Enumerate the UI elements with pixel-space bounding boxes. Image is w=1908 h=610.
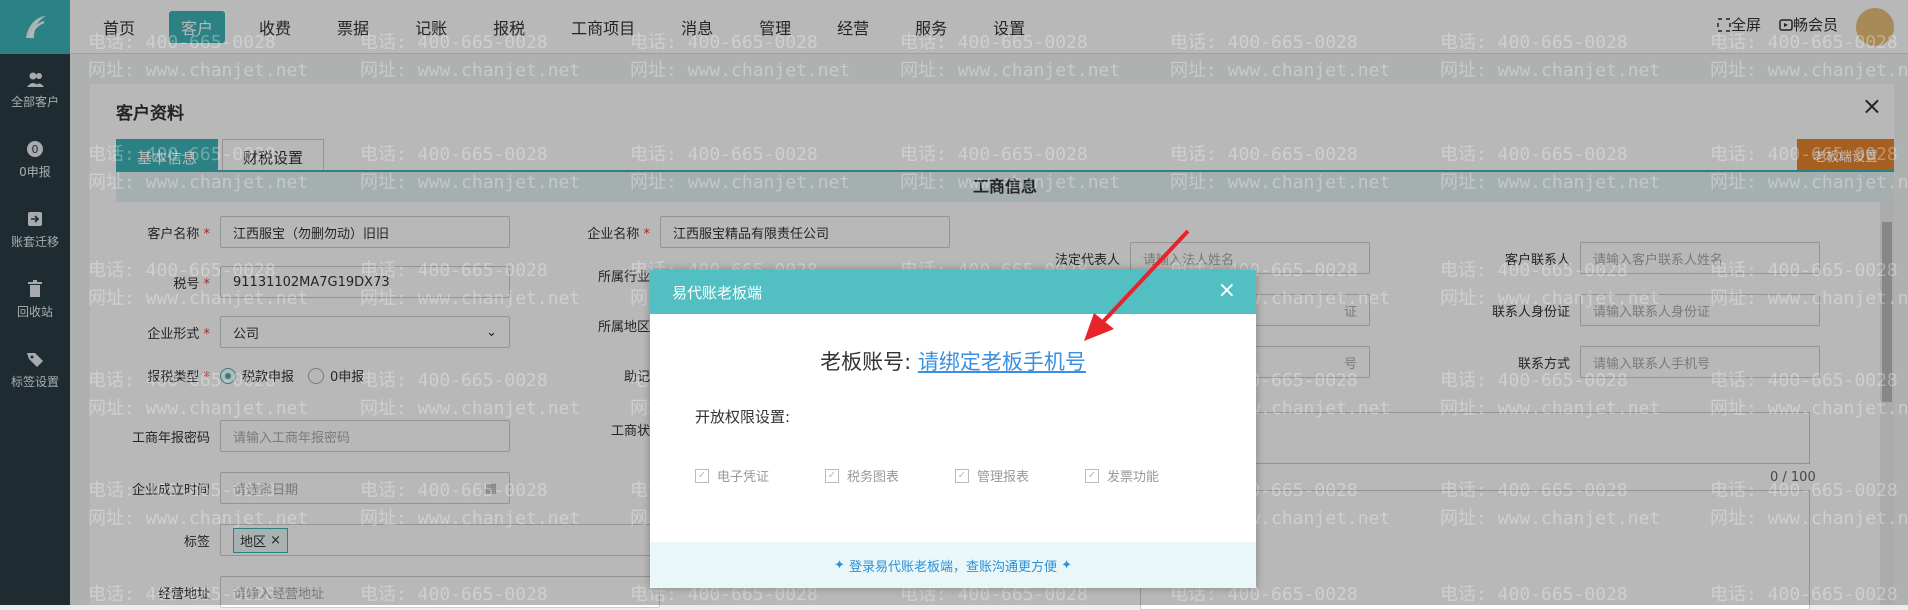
permission-checkbox-3[interactable]: ✓ 发票功能 — [1085, 466, 1215, 485]
permission-label: 开放权限设置: — [695, 408, 791, 426]
checkbox-label: 电子凭证 — [717, 470, 770, 485]
boss-account-row: 老板账号: 请绑定老板手机号 — [650, 346, 1256, 376]
checkbox-checked-icon: ✓ — [955, 468, 969, 483]
bind-phone-link[interactable]: 请绑定老板手机号 — [918, 350, 1086, 374]
party-icon: ✦ — [833, 557, 845, 573]
modal-title: 易代账老板端 — [672, 283, 763, 302]
checkbox-checked-icon: ✓ — [825, 468, 839, 483]
permission-checkbox-0[interactable]: ✓ 电子凭证 — [695, 466, 825, 485]
permission-checkbox-2[interactable]: ✓ 管理报表 — [955, 466, 1085, 485]
checkbox-checked-icon: ✓ — [1085, 468, 1099, 483]
modal-footer[interactable]: ✦ 登录易代账老板端，查账沟通更方便 ✦ — [650, 542, 1256, 588]
party-icon: ✦ — [1061, 557, 1073, 573]
boss-account-label: 老板账号: — [820, 350, 912, 374]
footer-text: 登录易代账老板端，查账沟通更方便 — [848, 559, 1057, 575]
checkbox-label: 税务图表 — [847, 470, 900, 485]
permission-checkbox-1[interactable]: ✓ 税务图表 — [825, 466, 955, 485]
annotation-arrow-icon — [1084, 229, 1190, 341]
checkbox-checked-icon: ✓ — [695, 468, 709, 483]
permission-checks: ✓ 电子凭证 ✓ 税务图表 ✓ 管理报表 ✓ 发票功能 — [695, 466, 1215, 485]
modal-close-button[interactable]: × — [1218, 278, 1236, 303]
checkbox-label: 管理报表 — [977, 470, 1030, 485]
checkbox-label: 发票功能 — [1107, 470, 1160, 485]
